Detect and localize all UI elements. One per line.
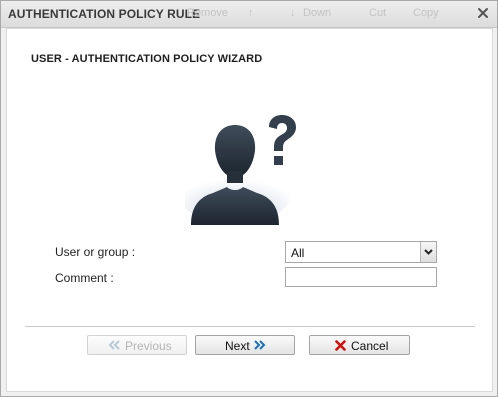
dialog-title: AUTHENTICATION POLICY RULE: [8, 7, 201, 21]
previous-button[interactable]: Previous: [87, 335, 187, 355]
button-bar-divider: [25, 326, 475, 327]
cancel-button-label: Cancel: [351, 339, 389, 353]
user-or-group-select[interactable]: All: [285, 241, 437, 263]
close-button[interactable]: [476, 6, 490, 20]
user-or-group-label: User or group :: [55, 245, 136, 259]
previous-button-label: Previous: [125, 339, 172, 353]
ghost-up-arrow-icon: ↑: [248, 7, 254, 19]
double-chevron-right-icon: [254, 340, 266, 350]
double-chevron-left-icon: [108, 340, 120, 350]
close-icon: [478, 8, 488, 18]
dialog-titlebar[interactable]: AUTHENTICATION POLICY RULE Remove ↑ ↓ Do…: [1, 1, 497, 28]
next-button[interactable]: Next: [195, 335, 295, 355]
wizard-title: USER - AUTHENTICATION POLICY WIZARD: [31, 53, 263, 65]
comment-field[interactable]: [285, 267, 437, 287]
user-or-group-value: All: [291, 246, 305, 260]
ghost-cut-label: Cut: [369, 7, 387, 19]
dropdown-arrow-button[interactable]: [420, 242, 436, 262]
wizard-content: USER - AUTHENTICATION POLICY WIZARD User…: [6, 28, 493, 392]
next-button-label: Next: [225, 339, 250, 353]
authentication-policy-rule-dialog: AUTHENTICATION POLICY RULE Remove ↑ ↓ Do…: [0, 0, 498, 397]
ghost-down-arrow-icon: ↓: [290, 7, 296, 19]
chevron-down-icon: [424, 249, 433, 255]
comment-label: Comment :: [55, 271, 114, 285]
ghost-remove-label: Remove: [187, 7, 228, 19]
user-unknown-icon: [185, 115, 296, 225]
cancel-button[interactable]: Cancel: [309, 335, 410, 355]
red-x-icon: [335, 340, 346, 351]
ghost-copy-label: Copy: [413, 7, 439, 19]
ghost-down-label: Down: [303, 7, 332, 19]
